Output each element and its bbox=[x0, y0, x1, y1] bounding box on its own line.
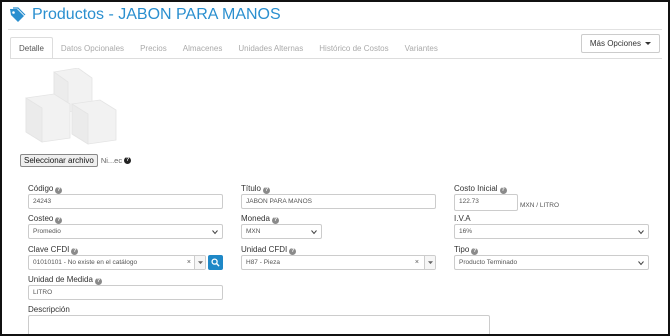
tab-precios[interactable]: Precios bbox=[132, 39, 175, 59]
help-icon: ? bbox=[55, 217, 63, 224]
iva-select[interactable]: 16% bbox=[454, 224, 649, 239]
costeo-value: Promedio bbox=[33, 228, 61, 235]
caret-down-icon bbox=[645, 42, 651, 46]
chevron-down-icon bbox=[198, 261, 203, 265]
help-icon: ? bbox=[289, 248, 297, 255]
costeo-select[interactable]: Promedio bbox=[28, 224, 223, 239]
moneda-value: MXN bbox=[246, 228, 261, 235]
unidad-cfdi-value: H87 - Pieza bbox=[246, 259, 280, 266]
tab-unidades-alternas[interactable]: Unidades Alternas bbox=[230, 39, 311, 59]
tab-detalle[interactable]: Detalle bbox=[10, 37, 53, 59]
search-button[interactable] bbox=[208, 255, 223, 270]
titulo-input[interactable]: JABON PARA MANOS bbox=[241, 194, 436, 209]
costeo-label: Costeo? bbox=[28, 214, 63, 224]
unidad-medida-label: Unidad de Medida? bbox=[28, 275, 102, 285]
help-icon: ? bbox=[499, 187, 507, 194]
costo-inicial-label: Costo Inicial? bbox=[454, 184, 507, 194]
tab-datos-opcionales[interactable]: Datos Opcionales bbox=[53, 39, 132, 59]
product-image-placeholder bbox=[25, 68, 117, 145]
page-header: Productos - JABON PARA MANOS bbox=[8, 6, 281, 24]
clave-cfdi-value: 01010101 - No existe en el catálogo bbox=[33, 259, 138, 266]
codigo-label: Código? bbox=[28, 184, 63, 194]
tab-variantes[interactable]: Variantes bbox=[397, 39, 446, 59]
more-options-button[interactable]: Más Opciones bbox=[580, 34, 660, 53]
clave-cfdi-label: Clave CFDI? bbox=[28, 245, 79, 255]
costo-inicial-input[interactable]: 122.73 bbox=[454, 194, 518, 211]
titulo-label: Título? bbox=[241, 184, 271, 194]
search-icon bbox=[211, 258, 220, 267]
help-icon: ? bbox=[71, 248, 79, 255]
costo-currency-unit: MXN / LITRO bbox=[520, 202, 560, 209]
unidad-cfdi-label: Unidad CFDI? bbox=[241, 245, 297, 255]
tab-bar: Detalle Datos Opcionales Precios Almacen… bbox=[10, 37, 446, 59]
chevron-down-icon bbox=[212, 230, 218, 235]
iva-label: I.V.A bbox=[454, 214, 471, 223]
price-tag-icon bbox=[10, 7, 26, 22]
tipo-label: Tipo? bbox=[454, 245, 479, 255]
page-title: Productos - JABON PARA MANOS bbox=[32, 6, 281, 23]
chevron-down-icon bbox=[311, 230, 317, 235]
clave-cfdi-select[interactable]: 01010101 - No existe en el catálogo × bbox=[28, 255, 206, 270]
descripcion-label: Descripción bbox=[28, 305, 70, 314]
moneda-select[interactable]: MXN bbox=[241, 224, 322, 239]
help-icon: ? bbox=[271, 217, 279, 224]
codigo-input[interactable]: 24243 bbox=[28, 194, 223, 209]
tipo-value: Producto Terminado bbox=[459, 259, 518, 266]
tab-divider bbox=[10, 58, 662, 59]
product-window: Productos - JABON PARA MANOS Detalle Dat… bbox=[0, 0, 670, 336]
chevron-down-icon bbox=[638, 261, 644, 266]
more-options-label: Más Opciones bbox=[589, 39, 641, 48]
choose-file-button[interactable]: Seleccionar archivo bbox=[20, 154, 98, 167]
help-icon: ? bbox=[124, 157, 132, 164]
clear-icon[interactable]: × bbox=[187, 256, 191, 269]
header-divider bbox=[8, 29, 662, 30]
file-upload-row: Seleccionar archivo Ni...ec ? bbox=[20, 154, 132, 167]
dropdown-arrow[interactable] bbox=[424, 256, 435, 269]
unidad-medida-input[interactable]: LITRO bbox=[28, 285, 223, 300]
unidad-cfdi-select[interactable]: H87 - Pieza × bbox=[241, 255, 436, 270]
descripcion-textarea[interactable] bbox=[28, 315, 490, 334]
help-icon: ? bbox=[55, 187, 63, 194]
chevron-down-icon bbox=[428, 261, 433, 265]
moneda-label: Moneda? bbox=[241, 214, 279, 224]
chevron-down-icon bbox=[638, 230, 644, 235]
dropdown-arrow[interactable] bbox=[194, 256, 205, 269]
tab-almacenes[interactable]: Almacenes bbox=[175, 39, 231, 59]
tab-historico-costos[interactable]: Histórico de Costos bbox=[311, 39, 396, 59]
clear-icon[interactable]: × bbox=[415, 256, 419, 269]
help-icon: ? bbox=[94, 278, 102, 285]
iva-value: 16% bbox=[459, 228, 473, 235]
tipo-select[interactable]: Producto Terminado bbox=[454, 255, 649, 270]
help-icon: ? bbox=[263, 187, 271, 194]
help-icon: ? bbox=[471, 248, 479, 255]
file-status-text: Ni...ec bbox=[100, 156, 123, 165]
